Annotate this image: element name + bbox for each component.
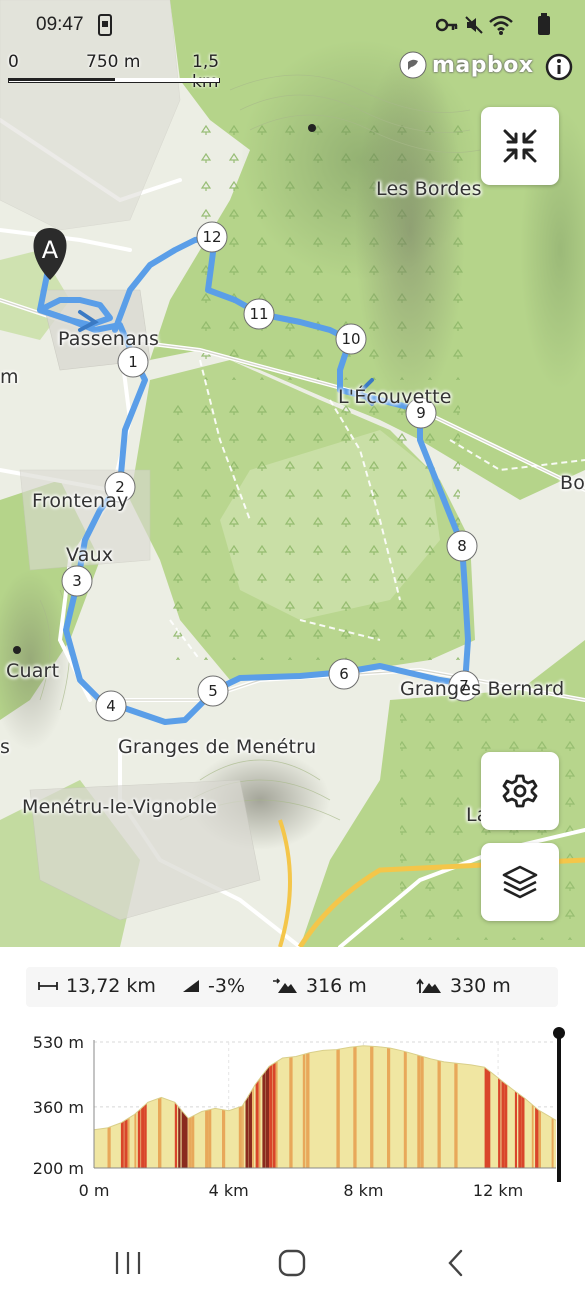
y-tick-label: 360 m — [33, 1098, 84, 1117]
start-marker-label: A — [41, 236, 59, 264]
stat-descent-value: 316 m — [306, 975, 367, 997]
place-label-granges-de-menetru: Granges de Menétru — [118, 736, 317, 758]
route-stats-bar: 13,72 km -3% 316 m 330 m — [26, 967, 558, 1007]
back-icon — [448, 1249, 463, 1277]
stat-ascent: 330 m — [416, 975, 511, 997]
waypoint-7[interactable]: 7 — [449, 671, 479, 701]
waypoint-11[interactable]: 11 — [244, 299, 274, 329]
waypoint-10[interactable]: 10 — [336, 324, 366, 354]
back-button[interactable] — [426, 1243, 486, 1283]
battery-icon — [538, 13, 550, 35]
collapse-map-button[interactable] — [481, 107, 559, 185]
map-settings-button[interactable] — [481, 752, 559, 830]
elevation-profile[interactable]: 530 m 360 m 200 m 0 m 4 km 8 km 12 km — [0, 1020, 585, 1205]
y-tick-label: 530 m — [33, 1033, 84, 1052]
android-nav-bar — [0, 1225, 585, 1300]
ascent-icon — [416, 978, 441, 993]
distance-icon — [38, 982, 58, 990]
poi-dot — [13, 646, 21, 654]
place-label-granges-bernard: Granges Bernard — [400, 678, 565, 700]
scale-line — [8, 78, 220, 83]
info-icon[interactable] — [544, 52, 574, 82]
waypoint-1[interactable]: 1 — [118, 347, 148, 377]
x-tick-label: 12 km — [473, 1181, 523, 1200]
key-icon — [436, 18, 458, 32]
place-label-bo: Bo — [560, 472, 585, 494]
grade-icon — [183, 980, 199, 992]
scale-label-0: 0 — [8, 52, 19, 72]
waypoint-3[interactable]: 3 — [62, 566, 92, 596]
y-tick-label: 200 m — [33, 1159, 84, 1178]
status-bar: 09:47 — [0, 0, 585, 52]
collapse-icon — [503, 129, 537, 163]
scale-label-1-5km: 1,5 km — [192, 52, 220, 92]
waypoint-5[interactable]: 5 — [198, 676, 228, 706]
phone-screen-icon — [98, 14, 112, 36]
home-button[interactable] — [262, 1243, 322, 1283]
x-tick-label: 4 km — [209, 1181, 249, 1200]
poi-dot — [308, 124, 316, 132]
stat-distance-value: 13,72 km — [66, 975, 156, 997]
waypoint-2[interactable]: 2 — [105, 472, 135, 502]
mute-icon — [465, 16, 483, 34]
descent-icon — [273, 978, 297, 993]
elevation-chart: 530 m 360 m 200 m 0 m 4 km 8 km 12 km — [33, 1027, 565, 1200]
waypoint-4[interactable]: 4 — [96, 691, 126, 721]
mapbox-attribution: mapbox — [432, 52, 534, 78]
stat-grade-value: -3% — [208, 975, 245, 997]
waypoint-8[interactable]: 8 — [447, 531, 477, 561]
place-label-m: m — [0, 366, 19, 388]
stat-descent: 316 m — [272, 975, 367, 997]
elevation-area — [94, 1045, 556, 1168]
map-layers-button[interactable] — [481, 843, 559, 921]
place-label-les-bordes: Les Bordes — [376, 178, 482, 200]
waypoint-9[interactable]: 9 — [406, 398, 436, 428]
layers-icon — [502, 865, 538, 899]
recent-apps-icon — [115, 1252, 141, 1274]
wifi-icon — [489, 15, 513, 35]
stat-grade: -3% — [182, 975, 245, 997]
x-tick-label: 8 km — [343, 1181, 383, 1200]
gear-icon — [502, 774, 538, 808]
map-scale-bar: 0 750 m 1,5 km — [6, 50, 226, 92]
recent-apps-button[interactable] — [98, 1243, 158, 1283]
place-label-menetru-le-vignoble: Menétru-le-Vignoble — [22, 796, 218, 818]
scale-label-750m: 750 m — [86, 52, 141, 72]
place-label-cuart: Cuart — [6, 660, 60, 682]
position-cursor-handle — [553, 1027, 565, 1039]
waypoint-12[interactable]: 12 — [197, 222, 227, 252]
waypoint-6[interactable]: 6 — [329, 659, 359, 689]
place-label-s: s — [0, 736, 11, 758]
stat-ascent-value: 330 m — [450, 975, 511, 997]
home-icon — [278, 1249, 306, 1277]
stat-distance: 13,72 km — [38, 975, 156, 997]
mapbox-logo-icon — [399, 51, 427, 79]
map-view[interactable]: Les Bordes Passenans L'Écouvette Fronten… — [0, 0, 585, 947]
x-tick-label: 0 m — [79, 1181, 110, 1200]
mapbox-logo[interactable]: mapbox — [398, 48, 534, 82]
place-label-vaux: Vaux — [66, 544, 114, 566]
status-time: 09:47 — [36, 14, 84, 35]
